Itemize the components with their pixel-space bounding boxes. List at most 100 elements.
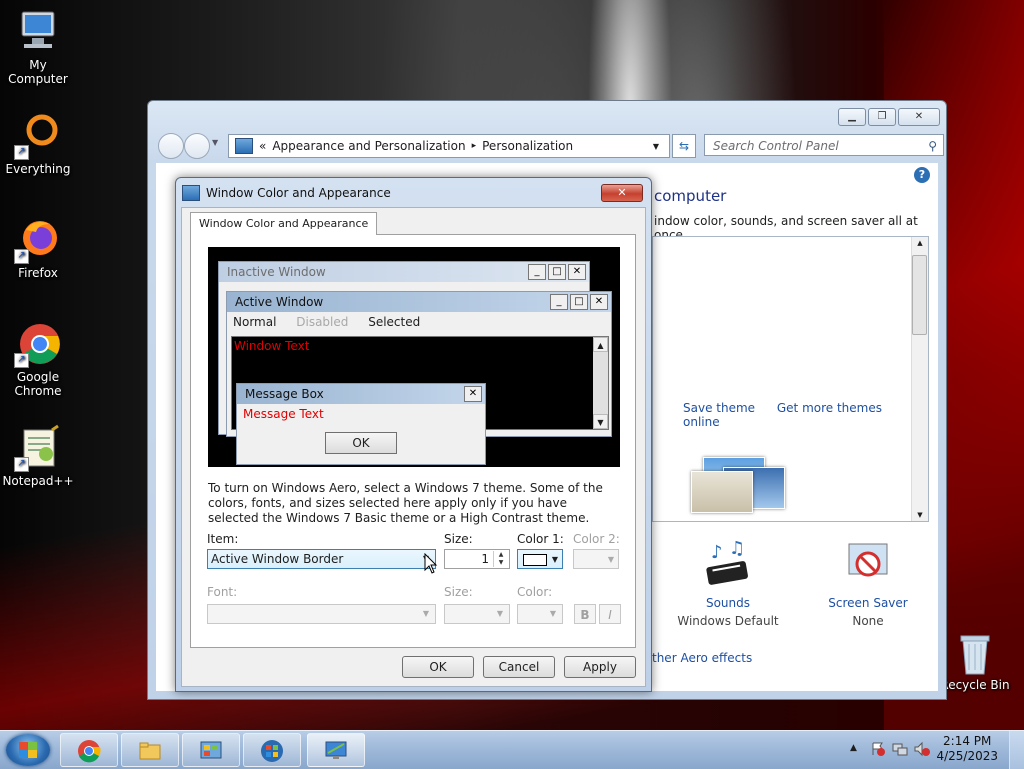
chrome-icon: ↗: [14, 320, 62, 368]
vertical-scrollbar[interactable]: ▲ ▼: [911, 237, 928, 521]
search-input[interactable]: Search Control Panel ⚲: [704, 134, 944, 156]
shortcut-arrow-icon: ↗: [14, 353, 29, 368]
screen-saver-icon: [843, 538, 893, 588]
desktop-icon-label: Recycle Bin: [940, 678, 1010, 692]
taskbar-window-color-appearance[interactable]: [307, 733, 365, 767]
font-label: Font:: [207, 585, 238, 599]
firefox-icon: ↗: [14, 216, 62, 264]
desktop-icon-everything[interactable]: ↗ Everything: [0, 112, 76, 176]
breadcrumb-appearance[interactable]: Appearance and Personalization: [272, 139, 465, 153]
system-tray: ▲ 2:14 PM 4/25/2023: [834, 731, 1024, 769]
breadcrumb-separator-icon[interactable]: ▸: [472, 141, 477, 151]
menu-selected[interactable]: Selected: [368, 315, 420, 329]
breadcrumb-personalization[interactable]: Personalization: [482, 139, 573, 153]
color1-label: Color 1:: [517, 532, 564, 546]
desktop-icon-firefox[interactable]: ↗ Firefox: [0, 216, 76, 280]
recycle-bin-icon: [951, 632, 999, 676]
font-color-dropdown[interactable]: ▼: [517, 604, 563, 624]
menu-disabled[interactable]: Disabled: [296, 315, 348, 329]
size-label: Size:: [444, 532, 473, 546]
desktop-icon-recycle-bin[interactable]: Recycle Bin: [937, 632, 1013, 692]
preview-ok-button[interactable]: OK: [325, 432, 397, 454]
dialog-close-button[interactable]: ✕: [601, 184, 643, 202]
tab-panel: Inactive Window _ □ ✕ Active Window _ □ ✕ No…: [190, 234, 636, 648]
desktop-icon-label: Firefox: [18, 266, 58, 280]
close-button[interactable]: ✕: [898, 108, 940, 126]
search-placeholder: Search Control Panel: [713, 139, 839, 153]
sounds-setting[interactable]: ♪ ♫ Sounds Windows Default: [668, 538, 788, 630]
size-stepper[interactable]: 1 ▲ ▼: [444, 549, 510, 569]
bold-button[interactable]: B: [574, 604, 596, 624]
tab-window-color-appearance[interactable]: Window Color and Appearance: [190, 212, 378, 235]
minimize-icon: _: [550, 294, 568, 310]
window-caption-buttons: ▁ ❐ ✕: [838, 108, 940, 126]
search-icon[interactable]: ⚲: [928, 135, 937, 157]
item-dropdown-value: Active Window Border: [211, 552, 344, 566]
ok-button[interactable]: OK: [402, 656, 474, 678]
save-theme-link[interactable]: Save theme: [683, 401, 755, 415]
minimize-icon: _: [528, 264, 546, 280]
taskbar-explorer[interactable]: [121, 733, 179, 767]
desktop-icon-my-computer[interactable]: My Computer: [0, 8, 76, 86]
screen-saver-link[interactable]: Screen Saver: [808, 594, 928, 612]
desktop-icon-label: Notepad++: [2, 474, 74, 488]
network-icon[interactable]: [892, 741, 908, 760]
close-icon: ✕: [590, 294, 608, 310]
address-overflow[interactable]: «: [259, 139, 266, 153]
recent-pages-dropdown-icon[interactable]: ▼: [212, 138, 218, 147]
show-desktop-button[interactable]: [1009, 731, 1024, 769]
preview-scrollbar[interactable]: ▲ ▼: [593, 337, 608, 429]
screen-saver-setting[interactable]: Screen Saver None: [808, 538, 928, 630]
minimize-button[interactable]: ▁: [838, 108, 866, 126]
scroll-down-icon: ▼: [593, 414, 608, 429]
item-dropdown[interactable]: Active Window Border ▼: [207, 549, 436, 569]
svg-text:♪: ♪: [711, 542, 723, 563]
italic-button[interactable]: I: [599, 604, 621, 624]
preview-message-box[interactable]: Message Box ✕ Message Text OK: [236, 383, 486, 465]
appearance-preview[interactable]: Inactive Window _ □ ✕ Active Window _ □ ✕ No…: [208, 247, 620, 467]
action-center-icon[interactable]: [870, 741, 886, 760]
theme-links: Save theme Get more themes online: [683, 401, 928, 429]
taskbar-chrome[interactable]: [60, 733, 118, 767]
volume-muted-icon[interactable]: [914, 741, 930, 760]
menu-normal[interactable]: Normal: [233, 315, 276, 329]
font-size-dropdown[interactable]: ▼: [444, 604, 510, 624]
color2-picker[interactable]: ▼: [573, 549, 619, 569]
address-dropdown-icon[interactable]: ▼: [653, 142, 659, 151]
control-panel-icon: [200, 741, 222, 759]
clock[interactable]: 2:14 PM 4/25/2023: [936, 734, 998, 764]
show-hidden-icons-button[interactable]: ▲: [850, 743, 857, 753]
theme-thumbnail[interactable]: [663, 449, 785, 519]
restore-button[interactable]: ❐: [868, 108, 896, 126]
back-button[interactable]: [158, 133, 184, 159]
preview-menubar[interactable]: Normal Disabled Selected: [227, 312, 611, 332]
address-bar[interactable]: « Appearance and Personalization ▸ Perso…: [228, 134, 670, 158]
help-icon[interactable]: ?: [914, 167, 930, 183]
theme-image: [691, 471, 753, 513]
themes-list[interactable]: ▲ ▼ Save theme Get more themes online: [652, 236, 929, 522]
start-button[interactable]: [6, 734, 50, 766]
refresh-icon[interactable]: ⇆: [672, 134, 696, 158]
taskbar: ▲ 2:14 PM 4/25/2023: [0, 730, 1024, 769]
everything-search-icon: ↗: [14, 112, 62, 160]
computer-icon: [14, 8, 62, 56]
cancel-button[interactable]: Cancel: [483, 656, 555, 678]
font-dropdown[interactable]: ▼: [207, 604, 436, 624]
chrome-icon: [78, 740, 101, 763]
color2-label: Color 2:: [573, 532, 620, 546]
control-panel-icon: [235, 138, 253, 154]
taskbar-windows-media[interactable]: [243, 733, 301, 767]
spin-arrows-icon[interactable]: ▲ ▼: [493, 551, 508, 567]
forward-button[interactable]: [184, 133, 210, 159]
taskbar-control-panel[interactable]: [182, 733, 240, 767]
scrollbar-thumb[interactable]: [912, 255, 927, 335]
scroll-up-icon[interactable]: ▲: [912, 239, 928, 247]
apply-button[interactable]: Apply: [564, 656, 636, 678]
clock-date: 4/25/2023: [936, 749, 998, 763]
aero-effects-link[interactable]: ther Aero effects: [652, 651, 752, 665]
scroll-down-icon[interactable]: ▼: [912, 511, 928, 519]
desktop-icon-notepad-plus-plus[interactable]: ↗ Notepad++: [0, 424, 76, 488]
desktop-icon-chrome[interactable]: ↗ Google Chrome: [0, 320, 76, 398]
color1-picker[interactable]: ▼: [517, 549, 563, 569]
sounds-link[interactable]: Sounds: [668, 594, 788, 612]
